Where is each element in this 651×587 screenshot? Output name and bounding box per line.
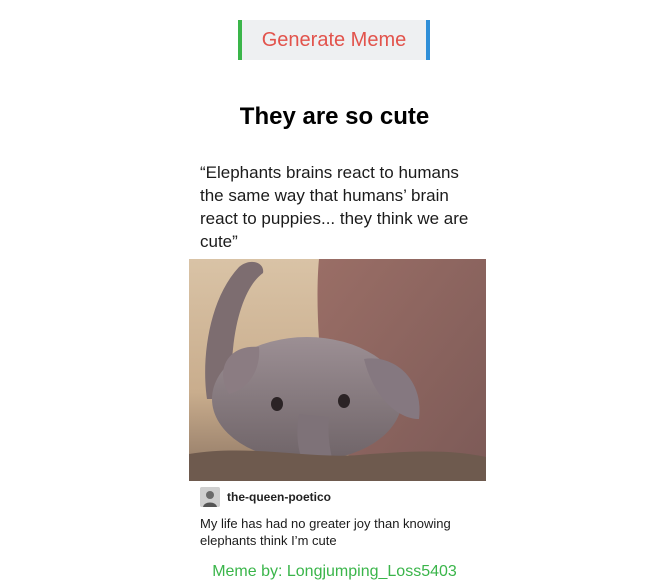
meme-title: They are so cute — [239, 103, 430, 130]
meme-image: “Elephants brains react to humans the sa… — [189, 151, 486, 550]
meme-top-caption: “Elephants brains react to humans the sa… — [200, 163, 469, 251]
poster-username: the-queen-poetico — [227, 490, 331, 504]
meme-credit: Meme by: Longjumping_Loss5403 — [212, 563, 457, 580]
elephant-photo — [189, 259, 486, 481]
meme-page: Generate Meme They are so cute “Elephant… — [0, 0, 651, 587]
avatar-icon — [200, 487, 220, 507]
meme-poster: the-queen-poetico — [200, 487, 331, 507]
meme-bottom-caption: My life has had no greater joy than know… — [200, 516, 451, 548]
generate-meme-button[interactable]: Generate Meme — [238, 20, 430, 60]
